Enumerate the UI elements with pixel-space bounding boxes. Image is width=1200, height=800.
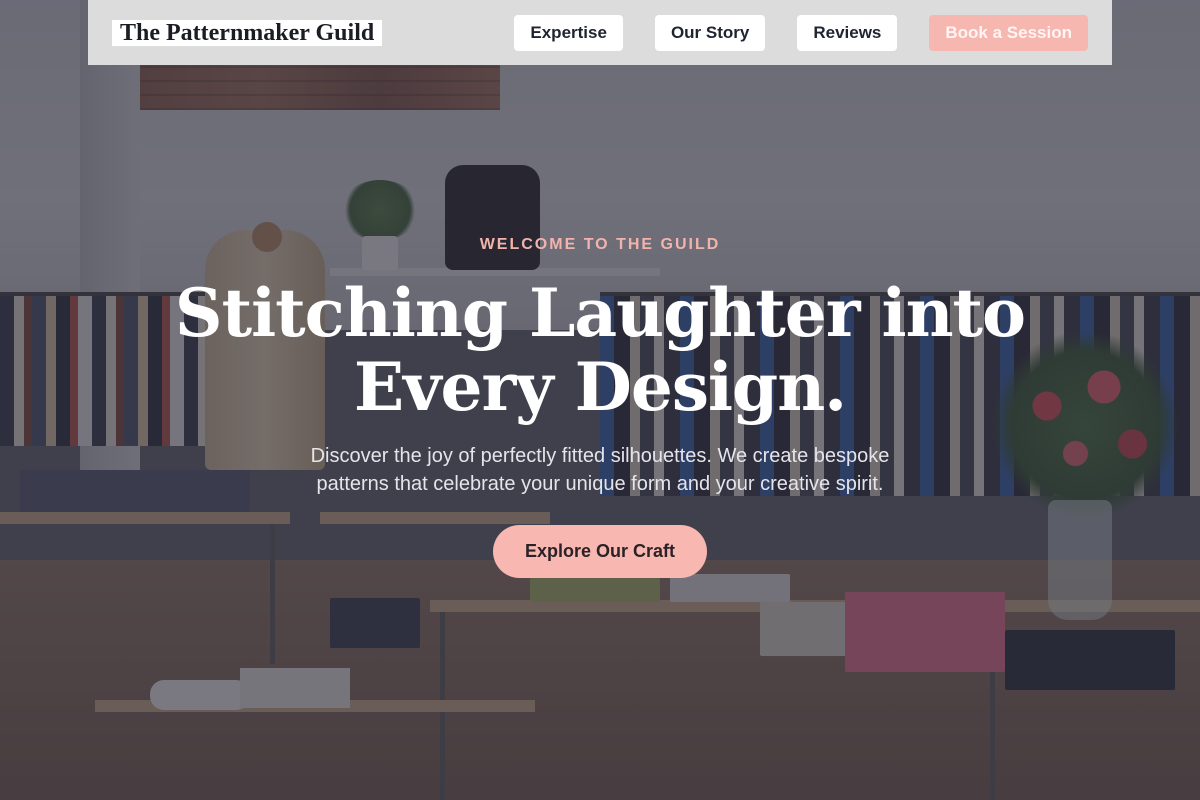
- hero-eyebrow: WELCOME TO THE GUILD: [479, 236, 721, 253]
- subtext-line-2: patterns that celebrate your unique form…: [316, 473, 884, 495]
- hero-subtext: Discover the joy of perfectly fitted sil…: [270, 442, 930, 498]
- headline-line-1: Stitching Laughter into: [174, 274, 1026, 352]
- subtext-line-1: Discover the joy of perfectly fitted sil…: [310, 445, 890, 467]
- headline-line-2: Every Design.: [353, 348, 847, 426]
- hero-headline: Stitching Laughter into Every Design.: [0, 276, 1200, 424]
- hero-section: WELCOME TO THE GUILD Stitching Laughter …: [0, 0, 1200, 800]
- explore-craft-button[interactable]: Explore Our Craft: [493, 525, 707, 578]
